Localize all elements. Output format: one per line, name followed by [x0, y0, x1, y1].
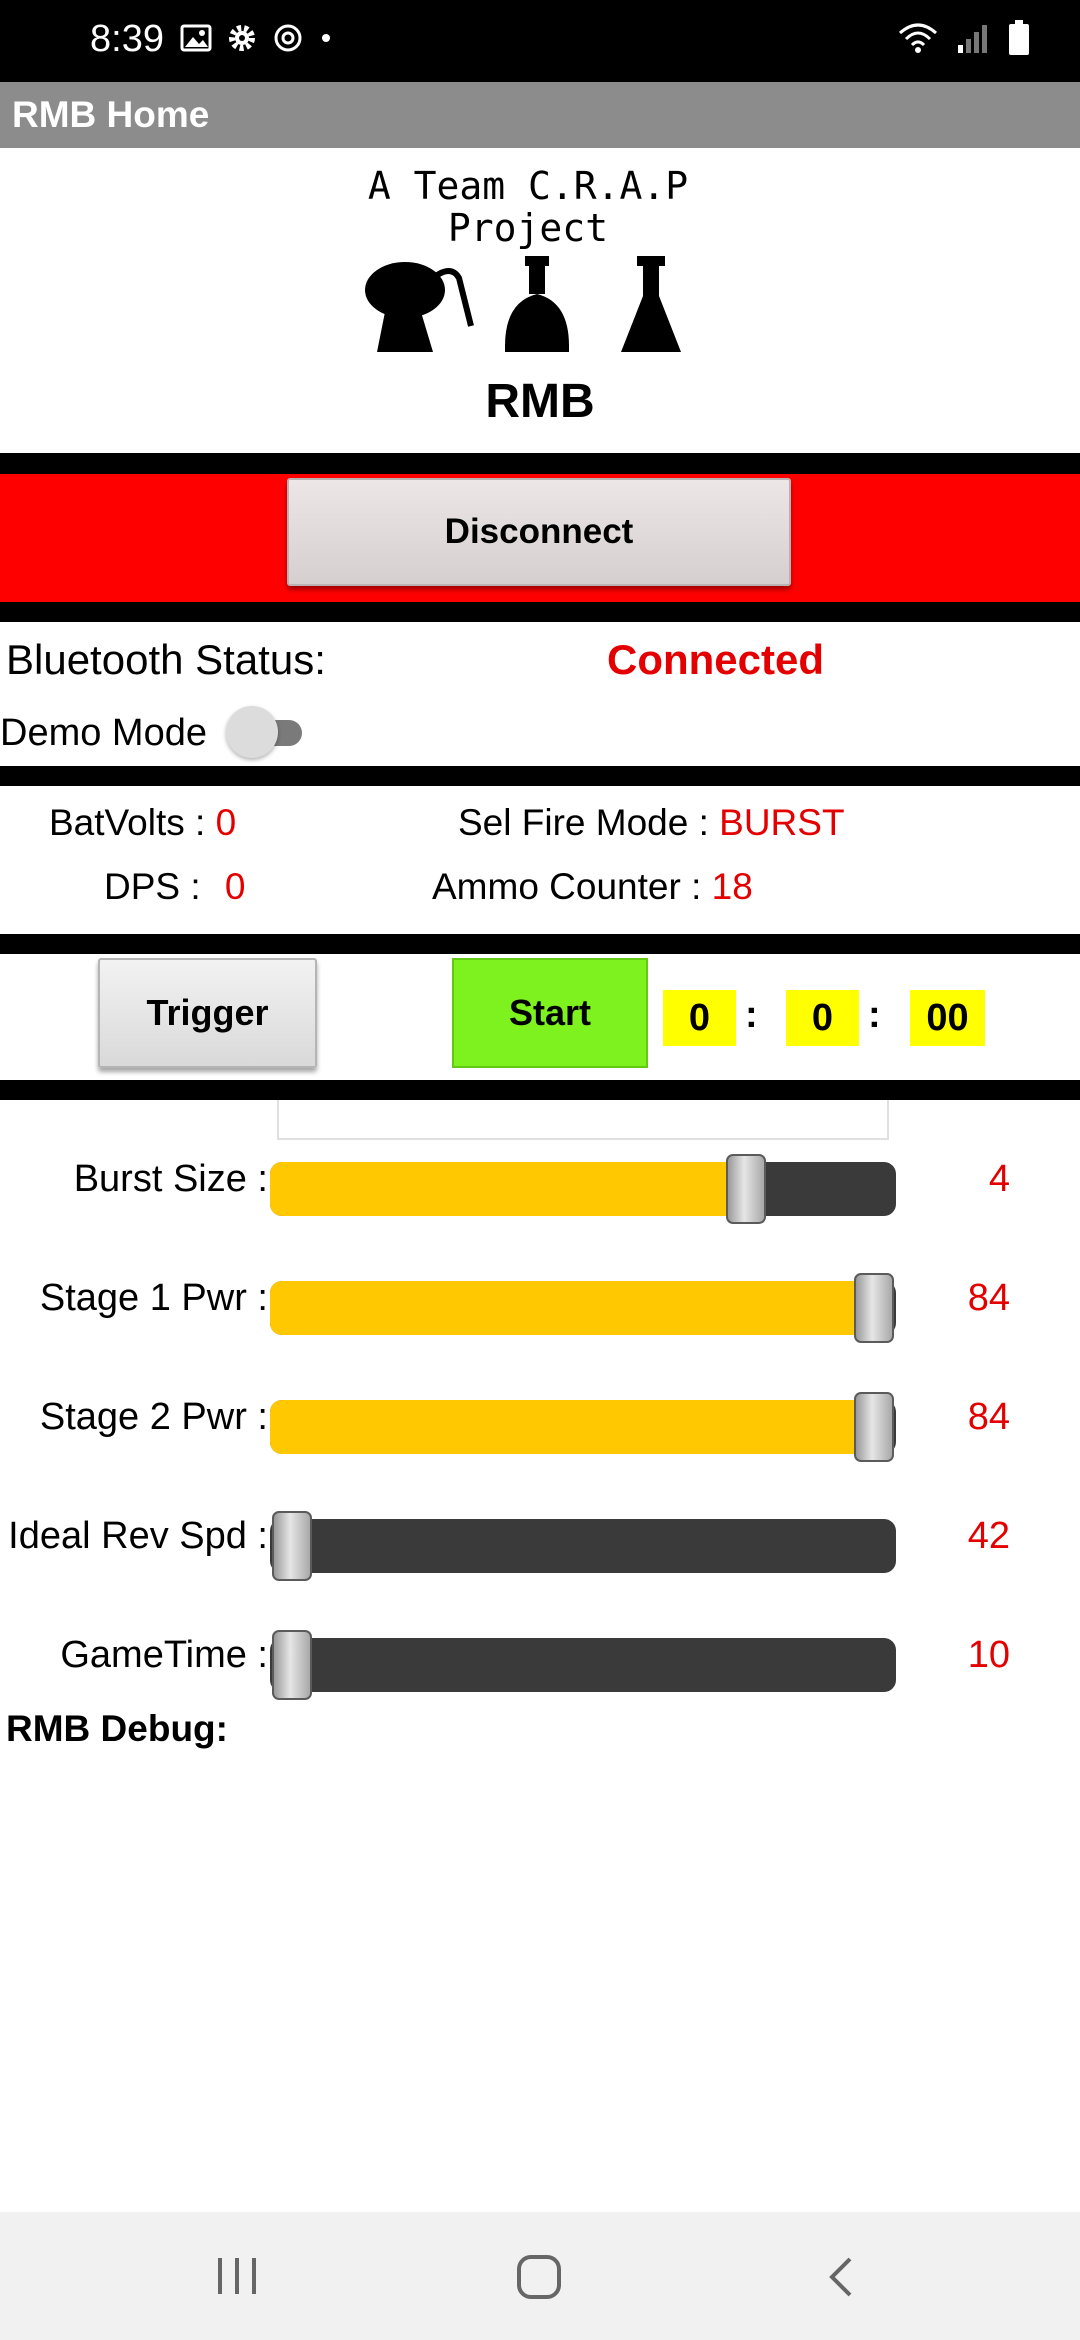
status-bar: 8:39 [0, 0, 1080, 82]
slider-value: 84 [967, 1396, 1010, 1438]
battery-icon [1009, 20, 1029, 55]
gear-icon [229, 25, 255, 51]
divider [0, 766, 1080, 786]
notification-icons [180, 22, 334, 54]
timer-minutes: 0 [786, 990, 859, 1046]
back-icon[interactable] [826, 2256, 856, 2298]
slider-thumb[interactable] [854, 1273, 894, 1343]
bluetooth-status-label: Bluetooth Status: [6, 636, 326, 683]
slider-value: 42 [967, 1515, 1010, 1557]
slider-value: 10 [967, 1634, 1010, 1676]
slider-thumb[interactable] [272, 1511, 312, 1581]
recent-apps-icon[interactable] [216, 2256, 258, 2296]
logo-line2: Project [447, 206, 609, 250]
slider-label: Stage 2 Pwr : [39, 1396, 268, 1438]
timer-seconds: 00 [910, 990, 985, 1046]
app-name: RMB [485, 375, 595, 428]
slider-thumb[interactable] [854, 1392, 894, 1462]
batvolts-label: BatVolts : [49, 802, 206, 843]
slider-value: 84 [967, 1277, 1010, 1319]
timer-separator: : [745, 994, 758, 1036]
slider-track[interactable] [270, 1519, 896, 1573]
demo-mode-toggle[interactable] [226, 706, 310, 758]
slider-game-time: GameTime : 10 [0, 1620, 1080, 1700]
timer-separator: : [868, 994, 881, 1036]
slider-label: Ideal Rev Spd : [8, 1515, 268, 1557]
page-title: RMB Home [12, 94, 210, 135]
ammo-stat: Ammo Counter : 18 [432, 866, 753, 908]
title-bar: RMB Home [0, 82, 1080, 148]
divider [0, 453, 1080, 474]
demo-mode-label: Demo Mode [0, 712, 207, 754]
disconnect-button[interactable]: Disconnect [287, 478, 791, 586]
slider-label: Stage 1 Pwr : [39, 1277, 268, 1319]
fire-mode-stat: Sel Fire Mode : BURST [458, 802, 845, 844]
dps-value: 0 [224, 866, 246, 907]
slider-track[interactable] [270, 1162, 896, 1216]
debug-label: RMB Debug: [6, 1708, 228, 1749]
slider-track[interactable] [270, 1281, 896, 1335]
wifi-icon [899, 23, 937, 53]
slider-fill [270, 1281, 874, 1335]
logo-area: A Team C.R.A.P Project RMB [0, 148, 1080, 453]
batvolts-stat: BatVolts : 0 [49, 802, 236, 844]
dps-label: DPS : [104, 866, 201, 907]
slider-thumb[interactable] [725, 1154, 766, 1224]
slider-burst-size: Burst Size : 4 [0, 1144, 1080, 1224]
ammo-value: 18 [711, 866, 753, 907]
home-icon[interactable] [516, 2254, 562, 2300]
dot-icon [322, 34, 330, 42]
slider-track[interactable] [270, 1638, 896, 1692]
divider [0, 1080, 1080, 1100]
status-time: 8:39 [90, 18, 164, 60]
slider-thumb[interactable] [272, 1630, 312, 1700]
toggle-knob [226, 706, 278, 758]
trigger-button[interactable]: Trigger [98, 958, 317, 1068]
fire-mode-label: Sel Fire Mode : [458, 802, 709, 843]
gallery-icon [180, 24, 212, 52]
start-button[interactable]: Start [452, 958, 648, 1068]
logo-line1: A Team C.R.A.P [367, 164, 689, 208]
sync-icon [274, 24, 302, 52]
navigation-bar [0, 2212, 1080, 2340]
slider-fill [270, 1162, 746, 1216]
system-icons [898, 20, 1030, 56]
timer-hours: 0 [663, 990, 736, 1046]
ammo-label: Ammo Counter : [432, 866, 702, 907]
signal-icon [958, 25, 987, 53]
slider-ideal-rev-speed: Ideal Rev Spd : 42 [0, 1501, 1080, 1581]
slider-stage1-power: Stage 1 Pwr : 84 [0, 1263, 1080, 1343]
slider-track[interactable] [270, 1400, 896, 1454]
bluetooth-status-value: Connected [607, 636, 825, 683]
team-logo-icon [365, 256, 681, 352]
slider-fill [270, 1400, 874, 1454]
dps-stat: DPS : 0 [104, 866, 246, 908]
slider-stage2-power: Stage 2 Pwr : 84 [0, 1382, 1080, 1462]
fire-mode-value: BURST [719, 802, 845, 843]
slider-label: GameTime : [60, 1634, 268, 1676]
slider-label: Burst Size : [73, 1158, 268, 1200]
divider [0, 934, 1080, 954]
empty-panel [277, 1100, 889, 1140]
divider [0, 602, 1080, 622]
batvolts-value: 0 [215, 802, 237, 843]
slider-value: 4 [988, 1158, 1010, 1200]
